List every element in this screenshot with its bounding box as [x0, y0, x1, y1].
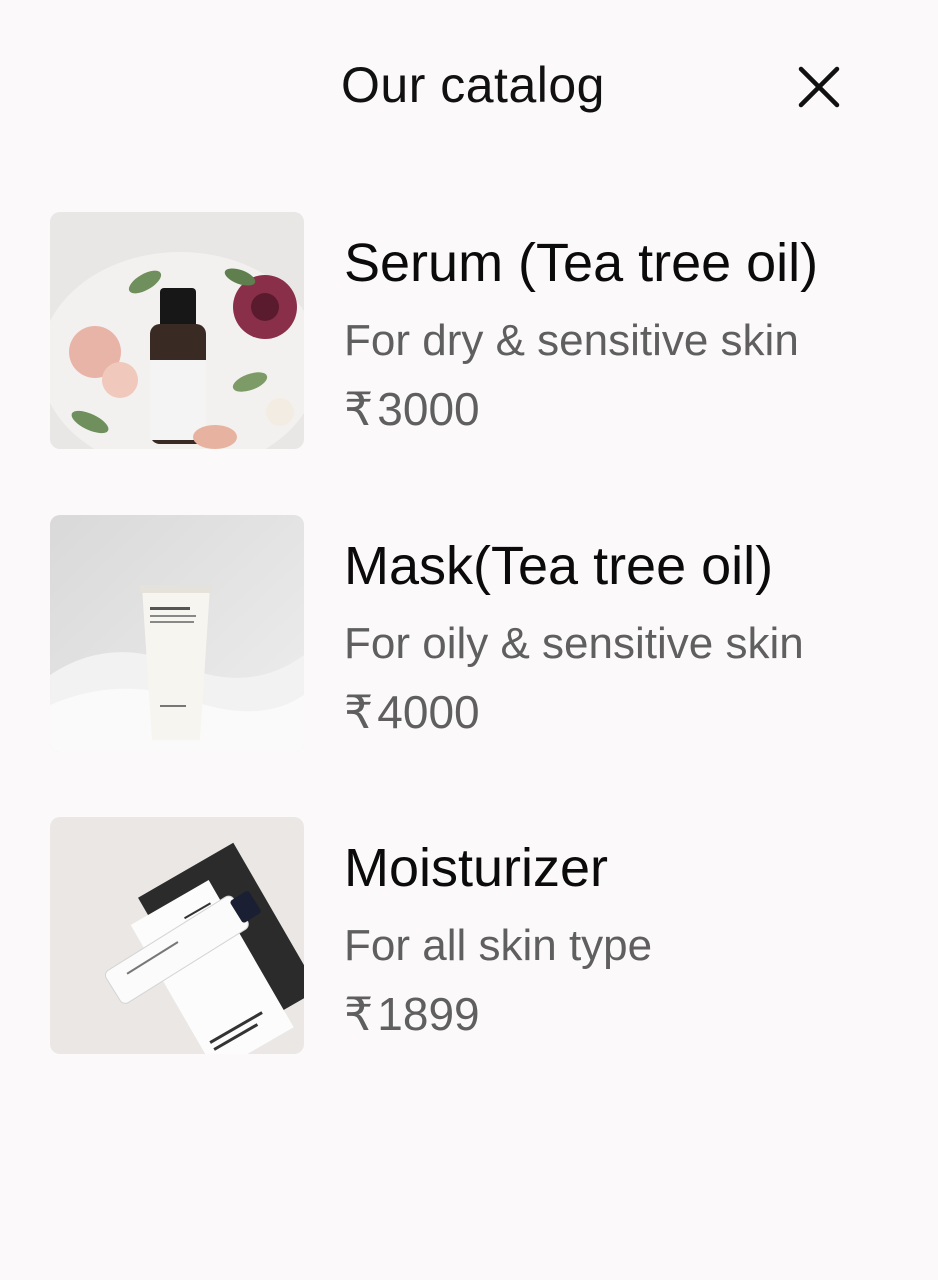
- price-value: 3000: [377, 383, 480, 435]
- rupee-icon: ₹: [344, 383, 374, 435]
- rupee-icon: ₹: [344, 988, 374, 1040]
- product-price: ₹ 1899: [344, 987, 480, 1041]
- rupee-icon: ₹: [344, 686, 374, 738]
- product-item-moisturizer[interactable]: Moisturizer For all skin type ₹ 1899: [0, 817, 938, 1057]
- product-image-mask: [50, 515, 304, 752]
- product-image-serum: [50, 212, 304, 449]
- product-item-mask[interactable]: Mask(Tea tree oil) For oily & sensitive …: [0, 515, 938, 755]
- product-image-moisturizer: [50, 817, 304, 1054]
- product-description: For all skin type: [344, 921, 653, 970]
- product-description: For dry & sensitive skin: [344, 316, 799, 365]
- price-value: 1899: [377, 988, 480, 1040]
- product-name: Moisturizer: [344, 838, 609, 898]
- close-icon: [798, 66, 840, 108]
- product-price: ₹ 3000: [344, 382, 480, 436]
- product-name: Mask(Tea tree oil): [344, 536, 774, 596]
- price-value: 4000: [377, 686, 480, 738]
- close-button[interactable]: [792, 60, 848, 116]
- product-description: For oily & sensitive skin: [344, 619, 804, 668]
- product-price: ₹ 4000: [344, 685, 480, 739]
- product-item-serum[interactable]: Serum (Tea tree oil) For dry & sensitive…: [0, 212, 938, 452]
- product-name: Serum (Tea tree oil): [344, 233, 819, 293]
